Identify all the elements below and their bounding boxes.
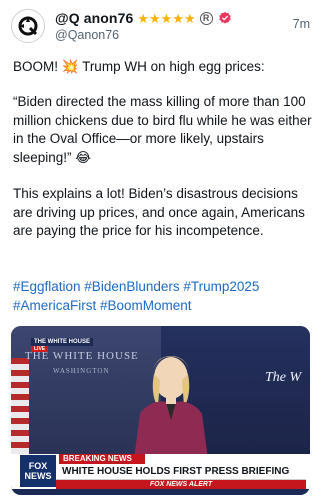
star-icon: ★ [137, 10, 150, 26]
ticker-bottom-strip [11, 489, 310, 495]
name-row: @Q anon76 ★ ★ ★ ★ ★ R [55, 9, 232, 27]
post-header: @Q anon76 ★ ★ ★ ★ ★ R @Qanon76 7m [0, 0, 323, 48]
backdrop-left-subtext: WASHINGTON [53, 367, 110, 375]
network-logo: FOX NEWS [20, 455, 56, 487]
star-icon: ★ [172, 10, 184, 26]
star-icon: ★ [183, 10, 196, 26]
post-text-line-1: BOOM! 💥 Trump WH on high egg prices: [13, 59, 265, 74]
avatar[interactable] [11, 9, 45, 43]
flag-image [11, 358, 29, 454]
post-text-comment: This explains a lot! Biden’s disastrous … [13, 186, 305, 238]
news-headline: WHITE HOUSE HOLDS FIRST PRESS BRIEFING [56, 464, 306, 480]
display-name[interactable]: @Q anon76 [55, 10, 133, 26]
post-timestamp[interactable]: 7m [293, 17, 310, 31]
breaking-news-label: BREAKING NEWS [59, 454, 145, 464]
post-video-thumbnail[interactable]: THE WHITE HOUSE WASHINGTON The W THE WHI… [11, 326, 310, 495]
live-tag: THE WHITE HOUSE [31, 338, 94, 346]
post-hashtags[interactable]: #Eggflation #BidenBlunders #Trump2025 #A… [13, 278, 313, 315]
star-icon: ★ [149, 10, 161, 26]
star-icon: ★ [160, 10, 173, 26]
post-text-quote: “Biden directed the mass killing of more… [13, 94, 312, 165]
press-secretary-figure [134, 356, 208, 459]
news-alert-bar: FOX NEWS ALERT [56, 480, 306, 489]
verified-badge-icon [218, 11, 231, 24]
news-ticker: FOX NEWS BREAKING NEWS WHITE HOUSE HOLDS… [11, 454, 310, 495]
star-rating: ★ ★ ★ ★ ★ [137, 12, 195, 25]
registered-icon: R [199, 11, 213, 25]
user-handle[interactable]: @Qanon76 [55, 28, 119, 42]
live-badge: LIVE [31, 346, 49, 352]
backdrop-right-text: The W [265, 370, 302, 385]
q-logo-icon [18, 16, 38, 36]
